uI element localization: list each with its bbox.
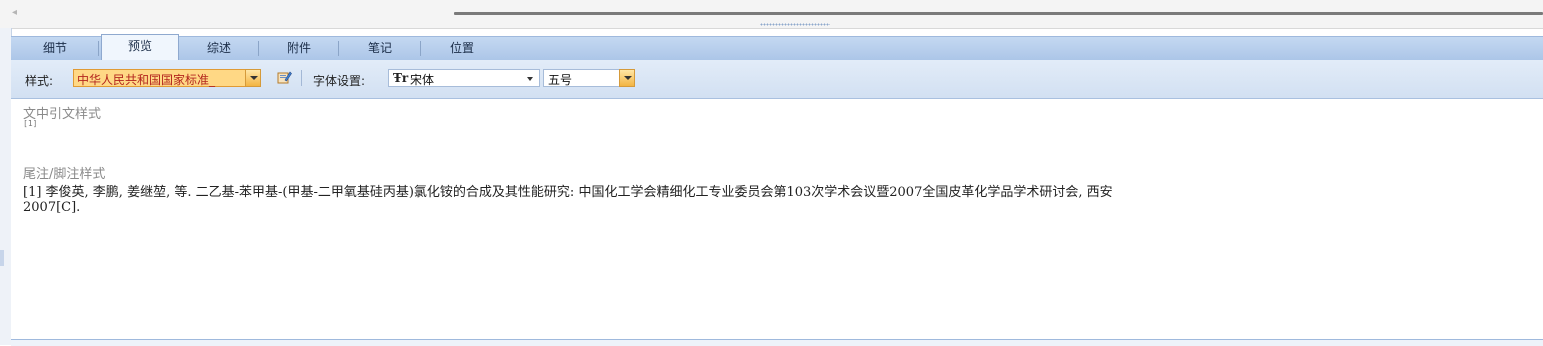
font-settings-label: 字体设置: [313, 74, 366, 88]
intext-citation-example: [1] [23, 119, 38, 128]
reference-entry-line-1: [1] 李俊英, 李鹏, 姜继堃, 等. 二乙基-苯甲基-(甲基-二甲氧基硅丙基… [23, 185, 1113, 200]
edit-style-icon[interactable] [276, 69, 292, 85]
style-dropdown-button[interactable] [245, 69, 261, 87]
scroll-thumb[interactable] [454, 12, 1543, 15]
style-select-value: 中华人民共和国国家标准_ [77, 73, 216, 87]
tab-bar: 细节 预览 综述 附件 笔记 位置 [11, 34, 1543, 61]
footnote-style-title: 尾注/脚注样式 [23, 167, 106, 182]
tab-details[interactable]: 细节 [11, 37, 99, 60]
tab-summary[interactable]: 综述 [179, 37, 259, 60]
citation-preview: 文中引文样式 [1] 尾注/脚注样式 [1] 李俊英, 李鹏, 姜继堃, 等. … [11, 99, 1543, 339]
tab-location[interactable]: 位置 [421, 37, 503, 60]
horizontal-scrollbar[interactable]: ◂ [0, 0, 1543, 29]
chevron-down-icon [624, 76, 632, 80]
chevron-down-icon[interactable] [527, 77, 533, 81]
splitter-handle[interactable] [760, 23, 830, 26]
style-select[interactable]: 中华人民共和国国家标准_ [73, 69, 261, 87]
font-family-value: 宋体 [410, 73, 435, 87]
font-size-select[interactable]: 五号 [543, 69, 635, 87]
tab-notes[interactable]: 笔记 [339, 37, 421, 60]
tab-preview[interactable]: 预览 [101, 34, 179, 61]
preview-toolbar: 样式: 中华人民共和国国家标准_ 字体设置: Ŧr 宋体 五号 [11, 60, 1543, 99]
font-size-dropdown-button[interactable] [619, 69, 635, 87]
scroll-left-icon[interactable]: ◂ [12, 7, 17, 18]
toolbar-divider [301, 70, 302, 86]
font-size-value: 五号 [548, 73, 573, 87]
font-family-select[interactable]: Ŧr 宋体 [388, 69, 540, 87]
truetype-font-icon: Ŧr [393, 71, 409, 85]
chevron-down-icon [250, 76, 258, 80]
style-label: 样式: [25, 74, 54, 88]
reference-entry-line-2: 2007[C]. [23, 200, 81, 215]
left-panel-grip[interactable] [0, 250, 4, 266]
tab-attachments[interactable]: 附件 [259, 37, 339, 60]
